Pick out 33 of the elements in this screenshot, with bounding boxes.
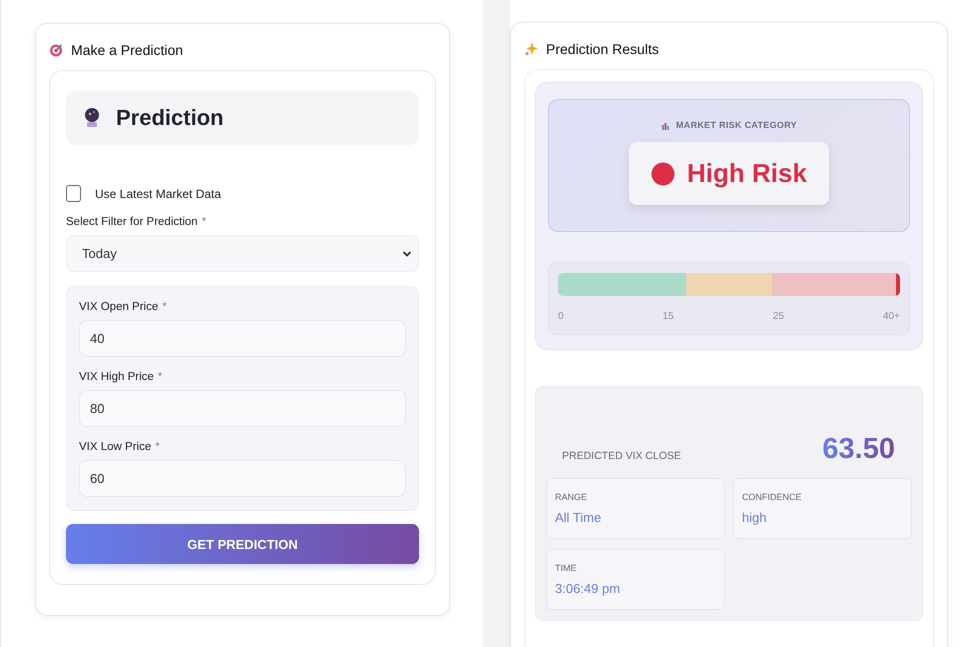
predicted-label: PREDICTED VIX CLOSE: [562, 450, 682, 462]
price-input[interactable]: 60: [79, 460, 406, 497]
meter-tick-label: 40+: [883, 311, 900, 322]
detail-label: TIME: [555, 563, 578, 573]
crystal-ball-icon: [84, 107, 100, 129]
detail-label: CONFIDENCE: [742, 492, 803, 502]
detail-value: All Time: [555, 510, 602, 525]
meter-tick-label: 0: [558, 311, 564, 322]
target-icon: [49, 43, 63, 57]
card-title: Prediction Results: [546, 41, 659, 57]
checkbox-label: Use Latest Market Data: [95, 186, 222, 200]
price-input[interactable]: 40: [79, 320, 406, 357]
detail-value: 3:06:49 pm: [555, 581, 622, 596]
price-input[interactable]: 80: [79, 390, 406, 427]
status-dot-icon: [651, 162, 676, 186]
detail-value: high: [742, 510, 768, 525]
detail-label: RANGE: [555, 492, 588, 502]
field-label: VIX High Price *: [79, 371, 164, 383]
card-title: Make a Prediction: [71, 42, 184, 58]
bar-chart-icon: [660, 120, 670, 130]
meter-tick-label: 25: [772, 311, 784, 322]
filter-select[interactable]: Today: [66, 235, 419, 272]
meter-tick-label: 15: [662, 311, 674, 322]
sparkle-icon: [524, 42, 538, 56]
field-label: Select Filter for Prediction *: [66, 216, 208, 228]
risk-badge: High Risk: [629, 142, 829, 205]
header-title: Prediction: [116, 105, 224, 131]
field-label: VIX Open Price *: [79, 301, 168, 313]
field-label: VIX Low Price *: [79, 441, 161, 453]
chevron-down-icon: [402, 250, 412, 258]
checkbox[interactable]: [66, 185, 81, 202]
category-label: MARKET RISK CATEGORY: [676, 120, 797, 130]
get-prediction-button[interactable]: GET PREDICTION: [66, 524, 419, 564]
